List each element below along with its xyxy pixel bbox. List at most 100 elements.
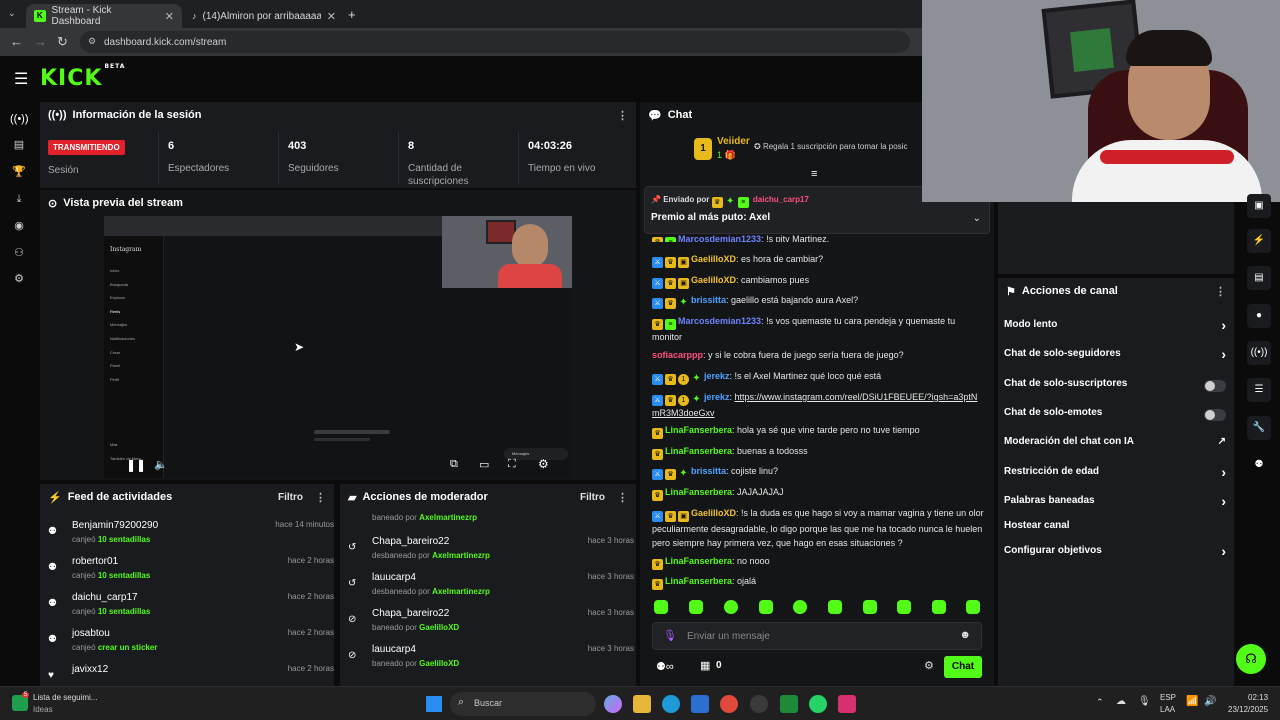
action-age-restriction[interactable]: Restricción de edad ›	[1004, 464, 1230, 486]
chat-username[interactable]: GaelilloXD	[691, 508, 736, 518]
action-configure-goals[interactable]: Configurar objetivos ›	[1004, 543, 1230, 565]
emote-icon[interactable]	[966, 600, 980, 614]
lightning-icon[interactable]: ⚡	[1247, 229, 1271, 253]
emote-icon[interactable]	[654, 600, 668, 614]
more-options-icon[interactable]: ⋮	[1215, 285, 1226, 298]
chat-username[interactable]: GaelilloXD	[691, 275, 736, 285]
volume-icon[interactable]: 🔊	[1204, 696, 1216, 707]
player-settings-icon[interactable]: ⚙	[538, 457, 549, 471]
camera-icon[interactable]: ◉	[10, 217, 28, 235]
emotes-only-toggle[interactable]	[1204, 409, 1226, 421]
chat-username[interactable]: brissitta	[691, 295, 726, 305]
pinned-sender[interactable]: daichu_carp17	[753, 195, 809, 204]
tab-list-button[interactable]: ⌄	[8, 8, 16, 19]
theatre-mode-icon[interactable]: ▭	[479, 458, 489, 471]
back-arrow-icon[interactable]: ←	[10, 34, 23, 49]
emote-icon[interactable]	[689, 600, 703, 614]
clock-time[interactable]: 02:13	[1248, 693, 1268, 702]
analytics-icon[interactable]: ▤	[10, 136, 28, 154]
settings-gear-icon[interactable]: ⚙	[10, 270, 28, 288]
channel-points-icon[interactable]: ⚉∞	[656, 660, 674, 673]
mod-target[interactable]: lauucarp4	[372, 644, 416, 655]
chat-bubble-icon[interactable]: ●	[1247, 304, 1271, 328]
feed-user[interactable]: javixx12	[72, 664, 108, 675]
file-explorer-icon[interactable]	[633, 695, 651, 713]
mod-tools-icon[interactable]: ▣	[1247, 194, 1271, 218]
emote-icon[interactable]	[828, 600, 842, 614]
chat-username[interactable]: Marcosdemian1233	[678, 316, 761, 326]
tab-kick-dashboard[interactable]: K Stream - Kick Dashboard ✕	[26, 4, 182, 28]
chat-username[interactable]: LinaFanserbera	[665, 556, 732, 566]
chat-username[interactable]: sofiacarppp	[652, 350, 703, 360]
gift-promo[interactable]: ✪ Regala 1 suscripción para tomar la pos…	[754, 142, 924, 151]
trophy-icon[interactable]: 🏆	[10, 163, 28, 181]
download-icon[interactable]: ⤓	[10, 190, 28, 208]
forward-arrow-icon[interactable]: →	[34, 34, 47, 49]
document-icon[interactable]: ▤	[1247, 266, 1271, 290]
emote-icon[interactable]	[932, 600, 946, 614]
support-headset-icon[interactable]: ☊	[1236, 644, 1266, 674]
widget-title[interactable]: Lista de seguimi...	[33, 693, 97, 702]
language-indicator[interactable]: ESP	[1160, 693, 1176, 702]
gift-box-icon[interactable]: ▦	[700, 659, 710, 672]
mod-target[interactable]: Chapa_bareiro22	[372, 608, 449, 619]
new-tab-plus-icon[interactable]: +	[348, 7, 356, 22]
gifter-name[interactable]: Veiider	[717, 136, 750, 147]
chat-username[interactable]: LinaFanserbera	[665, 425, 732, 435]
microphone-icon[interactable]: 🎙	[663, 629, 677, 642]
hamburger-menu-icon[interactable]: ☰	[14, 69, 28, 89]
mod-target[interactable]: Chapa_bareiro22	[372, 536, 449, 547]
volume-icon[interactable]: 🔈	[154, 458, 168, 471]
chat-username[interactable]: jerekz	[704, 392, 730, 402]
community-icon[interactable]: ⚉	[1247, 453, 1271, 477]
close-icon[interactable]: ✕	[327, 10, 336, 23]
emote-icon[interactable]	[759, 600, 773, 614]
action-followers-only[interactable]: Chat de solo-seguidores ›	[1004, 346, 1230, 368]
more-options-icon[interactable]: ⋮	[617, 491, 628, 504]
chat-username[interactable]: jerekz	[704, 371, 730, 381]
network-icon[interactable]: ☁	[1116, 696, 1126, 707]
mod-target[interactable]: lauucarp4	[372, 572, 416, 583]
obs-icon[interactable]	[750, 695, 768, 713]
subscribers-only-toggle[interactable]	[1204, 380, 1226, 392]
more-options-icon[interactable]: ⋮	[315, 491, 326, 504]
pause-icon[interactable]: ❚❚	[126, 458, 146, 472]
stream-broadcast-icon[interactable]: ((•))	[10, 110, 29, 128]
emote-icon[interactable]	[793, 600, 807, 614]
chevron-down-icon[interactable]: ⌄	[973, 213, 981, 224]
edge-icon[interactable]	[662, 695, 680, 713]
wifi-icon[interactable]: 📶	[1186, 696, 1198, 707]
more-options-icon[interactable]: ⋮	[617, 109, 628, 122]
xbox-icon[interactable]	[780, 695, 798, 713]
tab-tiktok[interactable]: ♪ (14)Almiron por arribaaaaaaaa ✕	[184, 4, 344, 28]
close-icon[interactable]: ✕	[165, 10, 174, 23]
stream-preview-video[interactable]: Instagram Inicio Búsqueda Explorar Reels…	[104, 216, 572, 478]
action-banned-words[interactable]: Palabras baneadas ›	[1004, 493, 1230, 515]
chrome-icon[interactable]	[720, 695, 738, 713]
chat-input-box[interactable]: 🎙 Enviar un mensaje ☻	[652, 622, 982, 650]
community-icon[interactable]: ⚇	[10, 244, 28, 262]
action-ai-moderation[interactable]: Moderación del chat con IA ↗	[1004, 436, 1230, 456]
chat-username[interactable]: brissitta	[691, 466, 726, 476]
action-slow-mode[interactable]: Modo lento ›	[1004, 317, 1230, 339]
fullscreen-icon[interactable]: ⛶	[508, 458, 516, 471]
feed-user[interactable]: Benjamin79200290	[72, 520, 158, 531]
chat-settings-gear-icon[interactable]: ⚙	[924, 659, 934, 672]
chat-username[interactable]: GaelilloXD	[691, 254, 736, 264]
microphone-icon[interactable]: 🎙	[1138, 696, 1151, 707]
copilot-icon[interactable]	[604, 695, 622, 713]
emoji-icon[interactable]: ☻	[959, 629, 971, 641]
feed-user[interactable]: josabtou	[72, 628, 110, 639]
layout-icon[interactable]: ☰	[1247, 378, 1271, 402]
emote-icon[interactable]	[863, 600, 877, 614]
action-host-channel[interactable]: Hostear canal	[1004, 520, 1230, 540]
chat-username[interactable]: Marcosdemian1233	[678, 234, 761, 242]
chat-username[interactable]: LinaFanserbera	[665, 487, 732, 497]
mod-filter-button[interactable]: Filtro	[580, 492, 605, 503]
pip-icon[interactable]: ⧉	[450, 458, 458, 471]
taskbar-search[interactable]: ⌕ Buscar	[450, 692, 596, 716]
feed-user[interactable]: daichu_carp17	[72, 592, 138, 603]
wrench-icon[interactable]: 🔧	[1247, 416, 1271, 440]
url-bar[interactable]: ⚙ dashboard.kick.com/stream	[80, 31, 910, 53]
broadcast-icon[interactable]: ((•))	[1247, 341, 1271, 365]
